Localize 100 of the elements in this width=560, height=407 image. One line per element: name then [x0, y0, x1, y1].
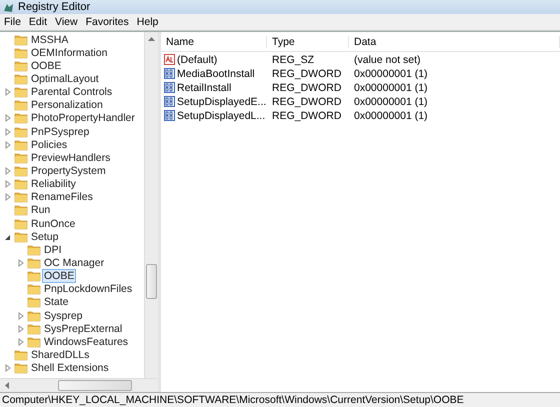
window-title: Registry Editor — [18, 1, 90, 13]
tree-item[interactable]: Parental Controls — [29, 86, 114, 98]
folder-icon — [14, 362, 28, 374]
folder-icon — [14, 218, 28, 230]
menu-item[interactable]: Help — [132, 16, 162, 28]
menu-item[interactable]: File — [0, 16, 25, 28]
collapsed-arrow-icon[interactable] — [3, 363, 13, 374]
tree-item[interactable]: PropertySystem — [29, 164, 108, 177]
folder-icon — [14, 138, 28, 151]
folder-icon — [27, 336, 41, 348]
value-name[interactable]: SetupDisplayedL... — [177, 110, 266, 122]
tree-item[interactable]: OOBE — [42, 269, 76, 284]
folder-icon — [14, 204, 28, 216]
tree-item[interactable]: OC Manager — [42, 256, 106, 269]
folder-icon — [14, 46, 28, 59]
column-header[interactable]: Name — [161, 36, 267, 48]
folder-icon — [27, 270, 41, 282]
folder-icon — [27, 322, 41, 335]
collapsed-arrow-icon[interactable] — [3, 113, 13, 124]
folder-icon — [14, 164, 28, 177]
folder-icon — [27, 244, 41, 256]
value-type: REG_SZ — [271, 54, 316, 66]
folder-icon — [14, 230, 28, 243]
tree-item[interactable]: Policies — [29, 138, 70, 151]
collapsed-arrow-icon[interactable] — [3, 192, 13, 202]
collapsed-arrow-icon[interactable] — [16, 336, 26, 347]
collapsed-arrow-icon[interactable] — [3, 166, 13, 176]
scroll-thumb[interactable] — [146, 264, 157, 299]
value-type: REG_DWORD — [271, 96, 342, 108]
folder-icon — [14, 60, 28, 72]
folder-icon — [27, 310, 41, 322]
tree-item[interactable]: Sysprep — [42, 310, 85, 322]
tree-item[interactable]: Setup — [29, 230, 60, 243]
value-name[interactable]: (Default) — [177, 54, 218, 66]
vertical-scrollbar[interactable] — [144, 32, 158, 378]
horizontal-scrollbar[interactable] — [0, 378, 158, 392]
folder-icon — [14, 86, 28, 98]
value-type: REG_DWORD — [271, 68, 342, 80]
value-data: (value not set) — [353, 54, 422, 66]
collapsed-arrow-icon[interactable] — [16, 324, 26, 334]
binary-value-icon — [164, 110, 175, 121]
tree-item[interactable]: RunOnce — [29, 218, 78, 230]
collapsed-arrow-icon[interactable] — [3, 140, 13, 150]
tree-item[interactable]: SharedDLLs — [29, 348, 92, 361]
folder-icon — [14, 99, 28, 112]
tree-item[interactable]: OptimalLayout — [29, 72, 101, 85]
collapsed-arrow-icon[interactable] — [16, 310, 26, 321]
column-header[interactable]: Type — [267, 36, 349, 48]
value-type: REG_DWORD — [271, 82, 342, 94]
tree-item[interactable]: WindowsFeatures — [42, 336, 130, 348]
menu-item[interactable]: View — [51, 16, 82, 28]
value-data: 0x00000001 (1) — [353, 68, 429, 80]
string-value-icon — [164, 54, 175, 65]
tree-item[interactable]: State — [42, 296, 71, 308]
tree-item[interactable]: PreviewHandlers — [29, 152, 112, 164]
folder-icon — [14, 112, 28, 124]
menu-item[interactable]: Favorites — [82, 16, 133, 28]
tree-item[interactable]: PnpLockdownFiles — [42, 283, 134, 296]
scroll-left-icon[interactable] — [4, 382, 10, 389]
key-path: Computer\HKEY_LOCAL_MACHINE\SOFTWARE\Microsoft\Windows\CurrentVersion\Setup\OOBE — [2, 394, 464, 406]
folder-icon — [14, 348, 28, 361]
folder-icon — [14, 34, 28, 46]
value-data: 0x00000001 (1) — [353, 96, 429, 108]
column-header[interactable]: Data — [349, 36, 560, 48]
tree-item[interactable]: Reliability — [29, 178, 78, 190]
tree-item[interactable]: PhotoPropertyHandler — [29, 112, 137, 124]
scroll-up-icon[interactable] — [148, 36, 155, 42]
binary-value-icon — [164, 96, 175, 107]
folder-icon — [27, 256, 41, 269]
value-data: 0x00000001 (1) — [353, 110, 429, 122]
folder-icon — [14, 126, 28, 138]
tree-item[interactable]: SysPrepExternal — [42, 322, 124, 335]
tree-item[interactable]: OEMInformation — [29, 46, 110, 59]
folder-icon — [14, 72, 28, 85]
value-name[interactable]: SetupDisplayedE... — [177, 96, 266, 108]
folder-icon — [14, 152, 28, 164]
tree-item[interactable]: MSSHA — [29, 34, 70, 46]
collapsed-arrow-icon[interactable] — [16, 258, 26, 268]
menu-item[interactable]: Edit — [24, 16, 52, 28]
tree-item[interactable]: Personalization — [29, 99, 105, 112]
folder-icon — [14, 178, 28, 190]
collapsed-arrow-icon[interactable] — [3, 87, 13, 98]
binary-value-icon — [164, 68, 175, 79]
folder-icon — [27, 296, 41, 308]
tree-item[interactable]: Run — [29, 204, 52, 216]
collapsed-arrow-icon[interactable] — [3, 126, 13, 137]
value-name[interactable]: RetailInstall — [177, 82, 232, 94]
tree-item[interactable]: RenameFiles — [29, 191, 95, 204]
folder-icon — [14, 191, 28, 204]
binary-value-icon — [164, 82, 175, 93]
tree-item[interactable]: OOBE — [29, 60, 64, 72]
folder-icon — [27, 283, 41, 296]
tree-item[interactable]: DPI — [42, 244, 64, 256]
collapsed-arrow-icon[interactable] — [3, 179, 13, 190]
tree-item[interactable]: Shell Extensions — [29, 362, 111, 374]
value-type: REG_DWORD — [271, 110, 342, 122]
value-name[interactable]: MediaBootInstall — [177, 68, 255, 80]
tree-item[interactable]: PnPSysprep — [29, 126, 92, 138]
value-data: 0x00000001 (1) — [353, 82, 429, 94]
scroll-thumb[interactable] — [58, 380, 132, 391]
